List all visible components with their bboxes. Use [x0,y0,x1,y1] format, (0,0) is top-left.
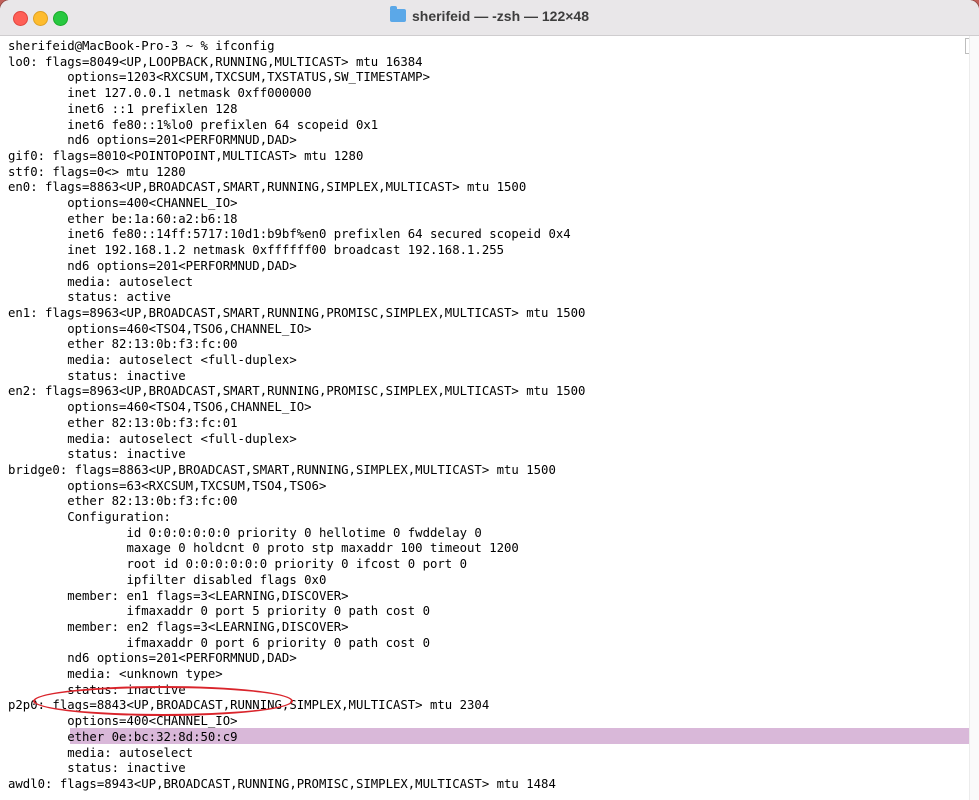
terminal-line: media: <unknown type> [8,667,223,681]
terminal-line-highlighted: ether 0e:bc:32:8d:50:c9 [8,729,238,744]
terminal-line: nd6 options=201<PERFORMNUD,DAD> [8,258,297,273]
terminal-line: en0: flags=8863<UP,BROADCAST,SMART,RUNNI… [8,180,527,195]
terminal-line: lo0: flags=8049<UP,LOOPBACK,RUNNING,MULT… [8,54,423,69]
terminal-line: ifmaxaddr 0 port 6 priority 0 path cost … [8,635,430,650]
terminal-line: status: active [8,290,171,305]
terminal-line: gif0: flags=8010<POINTOPOINT,MULTICAST> … [8,148,364,163]
terminal-line: inet6 fe80::14ff:5717:10d1:b9bf%en0 pref… [8,227,571,242]
terminal-line: status: inactive [8,368,186,383]
terminal-line: awdl0: flags=8943<UP,BROADCAST,RUNNING,P… [8,776,556,791]
terminal-line: media: autoselect <full-duplex> [8,431,297,446]
terminal-line: inet6 fe80::1%lo0 prefixlen 64 scopeid 0… [8,117,379,132]
terminal-line: member: en2 flags=3<LEARNING,DISCOVER> [8,619,349,634]
terminal-line: options=400<CHANNEL_IO> [8,196,238,210]
terminal-line: id 0:0:0:0:0:0 priority 0 hellotime 0 fw… [8,525,482,540]
terminal-line: ether be:1a:60:a2:b6:18 [8,211,238,226]
vertical-scrollbar[interactable] [969,36,979,800]
terminal-line: options=460<TSO4,TSO6,CHANNEL_IO> [8,321,312,336]
terminal-line: inet 192.168.1.2 netmask 0xffffff00 broa… [8,243,505,258]
terminal-line: member: en1 flags=3<LEARNING,DISCOVER> [8,588,349,603]
terminal-line: maxage 0 holdcnt 0 proto stp maxaddr 100… [8,541,519,556]
window-title: sherifeid — -zsh — 122×48 [0,6,979,24]
terminal-line: nd6 options=201<PERFORMNUD,DAD> [8,651,297,666]
terminal-line: ether 82:13:0b:f3:fc:01 [8,415,238,430]
terminal-line: nd6 options=201<PERFORMNUD,DAD> [8,133,297,148]
terminal-line: ifmaxaddr 0 port 5 priority 0 path cost … [8,604,430,619]
terminal-window: sherifeid — -zsh — 122×48 sherifeid@MacB… [0,0,979,800]
terminal-line: options=1203<RXCSUM,TXCSUM,TXSTATUS,SW_T… [8,70,430,85]
terminal-line: Configuration: [8,510,171,524]
terminal-line: ipfilter disabled flags 0x0 [8,572,327,587]
annotation-ellipse [33,686,293,716]
terminal-line: en1: flags=8963<UP,BROADCAST,SMART,RUNNI… [8,305,586,320]
terminal-line: media: autoselect [8,274,194,289]
terminal-line: status: inactive [8,447,186,462]
terminal-line: media: autoselect [8,745,194,760]
folder-icon [389,6,406,22]
terminal-line: stf0: flags=0<> mtu 1280 [8,164,186,179]
terminal-line: inet6 ::1 prefixlen 128 [8,101,238,116]
title-bar[interactable]: sherifeid — -zsh — 122×48 [0,0,979,36]
terminal-line: en2: flags=8963<UP,BROADCAST,SMART,RUNNI… [8,384,586,399]
terminal-line: options=63<RXCSUM,TXCSUM,TSO4,TSO6> [8,478,327,493]
terminal-line: root id 0:0:0:0:0:0 priority 0 ifcost 0 … [8,557,468,572]
terminal-line: status: inactive [8,761,186,776]
terminal-line: ether 82:13:0b:f3:fc:00 [8,494,238,509]
terminal-line: media: autoselect <full-duplex> [8,353,297,367]
terminal-line: bridge0: flags=8863<UP,BROADCAST,SMART,R… [8,462,556,477]
terminal-line: sherifeid@MacBook-Pro-3 ~ % ifconfig [8,39,275,53]
terminal-line: inet 127.0.0.1 netmask 0xff000000 [8,86,312,101]
window-title-text: sherifeid — -zsh — 122×48 [411,8,590,24]
terminal-line: options=460<TSO4,TSO6,CHANNEL_IO> [8,400,312,415]
terminal-line: options=400<CHANNEL_IO> [8,714,238,729]
terminal-line: ether 82:13:0b:f3:fc:00 [8,337,238,352]
